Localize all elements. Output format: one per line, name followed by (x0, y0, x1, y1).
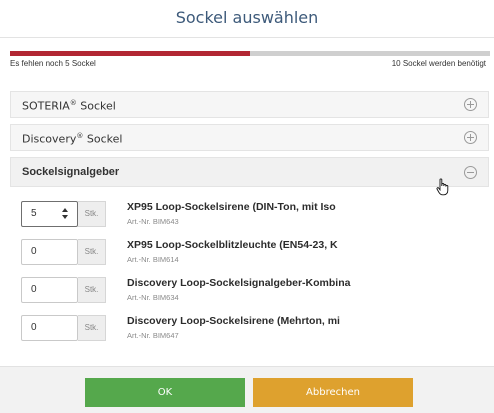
section-label: SOTERIA® Sockel (22, 99, 116, 113)
dialog-footer (0, 366, 494, 413)
progress-fill (10, 51, 250, 56)
product-row: 0 Stk. Discovery Loop-Sockelsignalgeber-… (21, 277, 481, 305)
product-row: 0 Stk. Discovery Loop-Sockelsirene (Mehr… (21, 315, 481, 343)
unit-label: Stk. (78, 239, 106, 265)
product-name: Discovery Loop-Sockelsirene (Mehrton, mi (127, 315, 340, 327)
ok-button[interactable]: OK (85, 378, 245, 407)
dialog-title: Sockel auswählen (175, 8, 319, 27)
article-number: Art.-Nr. BIM634 (127, 293, 179, 302)
article-number: Art.-Nr. BIM614 (127, 255, 179, 264)
progress-bar (10, 51, 490, 56)
section-soteria-sockel[interactable]: SOTERIA® Sockel (10, 91, 489, 118)
section-label: Discovery® Sockel (22, 132, 123, 146)
hand-cursor-icon (436, 178, 449, 196)
section-sockelsignalgeber[interactable]: Sockelsignalgeber (10, 157, 489, 187)
missing-count-label: Es fehlen noch 5 Sockel (10, 59, 96, 68)
article-number: Art.-Nr. BIM647 (127, 331, 179, 340)
quantity-input[interactable]: 0 (21, 277, 78, 303)
product-name: XP95 Loop-Sockelblitzleuchte (EN54-23, K (127, 239, 338, 251)
quantity-input[interactable]: 0 (21, 239, 78, 265)
unit-label: Stk. (78, 277, 106, 303)
cancel-button[interactable]: Abbrechen (253, 378, 413, 407)
spinner-arrows-icon[interactable] (62, 208, 70, 220)
required-count-label: 10 Sockel werden benötigt (391, 59, 486, 68)
plus-circle-icon[interactable] (464, 98, 477, 111)
product-name: Discovery Loop-Sockelsignalgeber-Kombina (127, 277, 351, 289)
unit-label: Stk. (78, 315, 106, 341)
article-number: Art.-Nr. BIM643 (127, 217, 179, 226)
product-row: 5 Stk. XP95 Loop-Sockelsirene (DIN-Ton, … (21, 201, 481, 229)
unit-label: Stk. (78, 201, 106, 227)
quantity-input[interactable]: 0 (21, 315, 78, 341)
title-divider (0, 37, 494, 38)
plus-circle-icon[interactable] (464, 131, 477, 144)
product-name: XP95 Loop-Sockelsirene (DIN-Ton, mit Iso (127, 201, 336, 213)
section-label: Sockelsignalgeber (22, 166, 120, 178)
product-row: 0 Stk. XP95 Loop-Sockelblitzleuchte (EN5… (21, 239, 481, 267)
section-discovery-sockel[interactable]: Discovery® Sockel (10, 124, 489, 151)
minus-circle-icon[interactable] (464, 166, 477, 179)
